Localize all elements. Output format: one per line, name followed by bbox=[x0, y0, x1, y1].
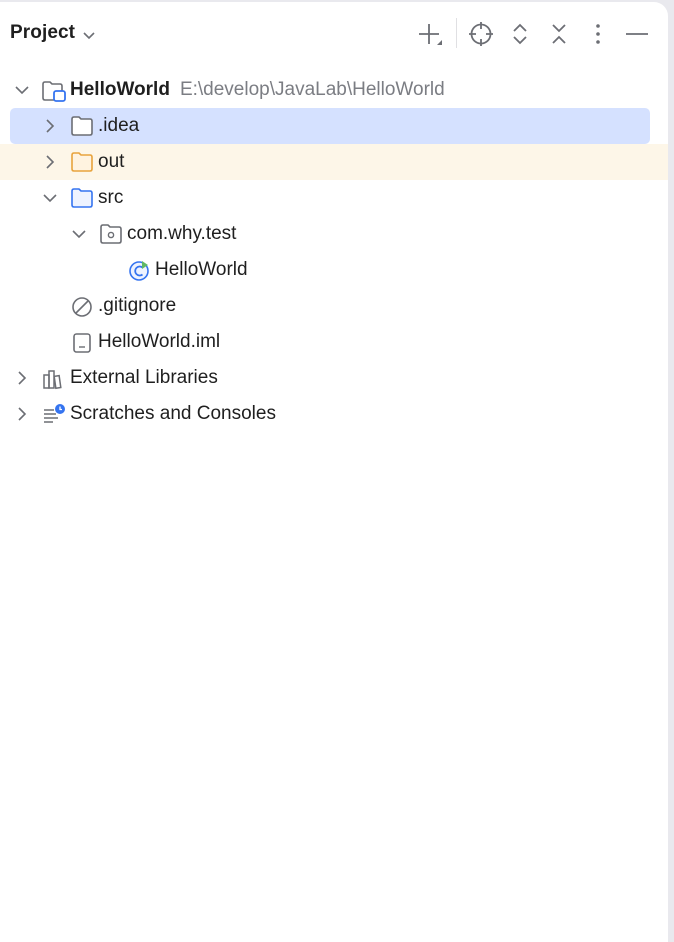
tree-label-iml: HelloWorld.iml bbox=[98, 331, 221, 352]
chevron-down-icon[interactable] bbox=[14, 82, 30, 98]
tree-node-main-class[interactable]: HelloWorld bbox=[0, 252, 668, 288]
chevron-right-icon[interactable] bbox=[14, 370, 30, 386]
panel-title[interactable]: Project bbox=[10, 22, 75, 44]
root-project-name: HelloWorld bbox=[70, 79, 170, 100]
tree-label-main-class: HelloWorld bbox=[155, 259, 248, 280]
tree-node-gitignore[interactable]: .gitignore bbox=[0, 288, 668, 324]
collapse-all-icon[interactable] bbox=[545, 20, 573, 48]
chevron-right-icon[interactable] bbox=[42, 154, 58, 170]
ignore-file-icon bbox=[70, 295, 94, 317]
tree-node-root[interactable]: HelloWorld E:\develop\JavaLab\HelloWorld bbox=[0, 72, 668, 108]
chevron-down-icon[interactable] bbox=[82, 28, 96, 46]
scratches-icon bbox=[41, 403, 65, 425]
expand-all-icon[interactable] bbox=[506, 20, 534, 48]
chevron-right-icon[interactable] bbox=[42, 118, 58, 134]
tree-node-external-libraries[interactable]: External Libraries bbox=[0, 360, 668, 396]
source-folder-icon bbox=[70, 187, 94, 209]
tree-label-out: out bbox=[98, 151, 125, 172]
project-panel: Project HelloWorld E:\develop\JavaLab\He… bbox=[0, 2, 668, 942]
module-file-icon bbox=[70, 331, 94, 353]
tree-label-idea: .idea bbox=[98, 115, 140, 136]
tree-node-idea[interactable]: .idea bbox=[0, 108, 668, 144]
excluded-folder-icon bbox=[70, 151, 94, 173]
chevron-down-icon[interactable] bbox=[42, 190, 58, 206]
tree-node-scratches[interactable]: Scratches and Consoles bbox=[0, 396, 668, 432]
more-options-icon[interactable] bbox=[584, 20, 612, 48]
package-icon bbox=[99, 223, 123, 245]
tree-label-gitignore: .gitignore bbox=[98, 295, 177, 316]
chevron-down-icon[interactable] bbox=[71, 226, 87, 242]
tree-node-package[interactable]: com.why.test bbox=[0, 216, 668, 252]
module-folder-icon bbox=[41, 79, 66, 102]
root-project-path: E:\develop\JavaLab\HelloWorld bbox=[179, 79, 445, 100]
tree-label-src: src bbox=[98, 187, 124, 208]
chevron-right-icon[interactable] bbox=[14, 406, 30, 422]
minimize-icon[interactable] bbox=[623, 20, 651, 48]
tree-label-scratches: Scratches and Consoles bbox=[70, 403, 276, 424]
locate-icon[interactable] bbox=[467, 20, 495, 48]
project-panel-header: Project bbox=[0, 2, 668, 62]
library-icon bbox=[41, 367, 65, 390]
tree-node-out[interactable]: out bbox=[0, 144, 668, 180]
toolbar-separator bbox=[456, 18, 457, 48]
tree-node-src[interactable]: src bbox=[0, 180, 668, 216]
java-class-icon bbox=[127, 259, 151, 281]
tree-node-iml[interactable]: HelloWorld.iml bbox=[0, 324, 668, 360]
tree-label-package: com.why.test bbox=[127, 223, 237, 244]
add-icon[interactable] bbox=[416, 20, 444, 48]
folder-icon bbox=[70, 115, 94, 137]
tree-label-external-libraries: External Libraries bbox=[70, 367, 218, 388]
